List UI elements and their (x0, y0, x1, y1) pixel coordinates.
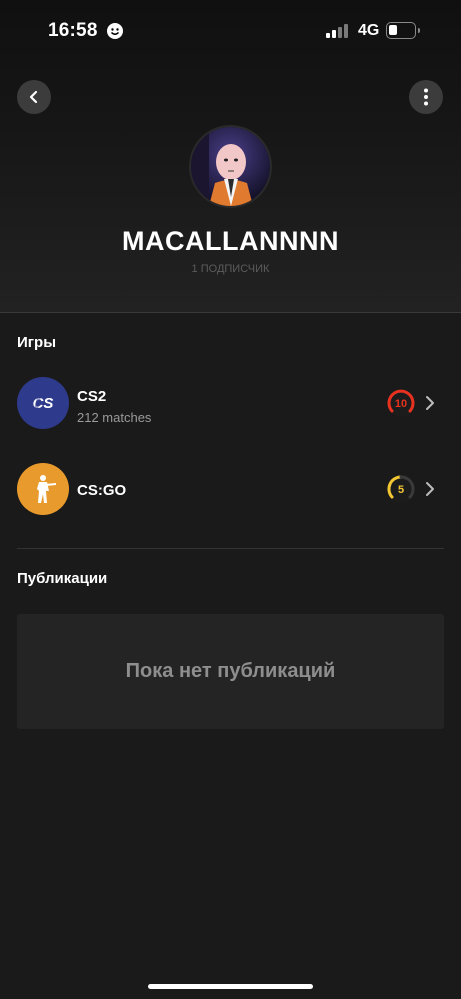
chevron-left-icon (29, 90, 38, 104)
username: MACALLANNNN (122, 226, 339, 256)
publications-section-title: Публикации (17, 570, 108, 587)
csgo-logo-icon (17, 463, 69, 515)
battery-fill (389, 25, 397, 35)
publications-empty-card: Пока нет публикаций (17, 614, 444, 729)
smiley-icon (107, 23, 123, 39)
game-row-csgo[interactable]: CS:GO 5 (0, 460, 461, 520)
empty-state-text: Пока нет публикаций (125, 660, 336, 682)
game-name: CS2 (77, 388, 107, 405)
game-matches: 212 matches (77, 410, 152, 425)
back-button[interactable] (17, 80, 51, 114)
avatar[interactable] (189, 125, 272, 208)
game-name: CS:GO (77, 482, 127, 499)
games-section-title: Игры (17, 334, 57, 351)
svg-text:10: 10 (395, 398, 407, 410)
chevron-right-icon (425, 481, 435, 502)
more-options-button[interactable] (409, 80, 443, 114)
followers-count[interactable]: 1 ПОДПИСЧИК (0, 263, 461, 275)
skill-level-badge: 5 (386, 474, 416, 504)
chevron-right-icon (425, 395, 435, 416)
avatar-image (191, 127, 270, 206)
vertical-dots-icon (424, 88, 428, 106)
cs2-logo-icon: CS (17, 377, 69, 429)
network-type: 4G (358, 22, 380, 39)
header-divider (0, 312, 461, 313)
game-row-cs2[interactable]: CS CS2 212 matches 10 (0, 374, 461, 434)
battery-icon (386, 22, 420, 39)
cellular-signal-icon (326, 24, 350, 43)
status-time: 16:58 (48, 20, 98, 41)
section-divider (17, 548, 444, 549)
svg-text:5: 5 (398, 484, 404, 496)
skill-level-badge: 10 (386, 388, 416, 418)
home-indicator[interactable] (148, 984, 313, 989)
